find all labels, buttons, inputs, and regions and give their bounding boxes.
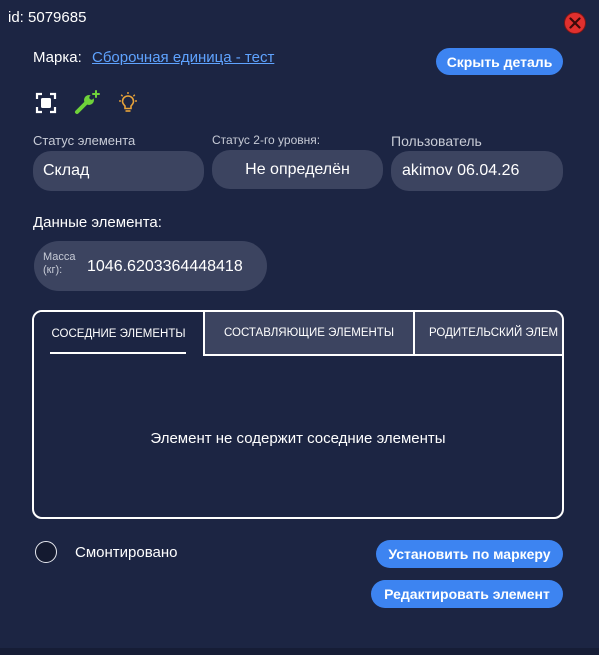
status2-label: Статус 2-го уровня: bbox=[212, 133, 321, 147]
tab-label: РОДИТЕЛЬСКИЙ ЭЛЕМ bbox=[429, 327, 559, 339]
mass-value: 1046.6203364448418 bbox=[87, 258, 243, 275]
user-label: Пользователь bbox=[391, 133, 482, 149]
element-id: id: 5079685 bbox=[8, 9, 87, 26]
element-data-label: Данные элемента: bbox=[33, 214, 162, 231]
lightbulb-icon[interactable] bbox=[116, 91, 140, 115]
mounted-label: Смонтировано bbox=[75, 544, 178, 561]
add-wrench-icon[interactable] bbox=[73, 90, 100, 114]
mass-label-line1: Масса bbox=[43, 251, 76, 263]
element-panel: id: 5079685 Марка: Сборочная единица - т… bbox=[0, 0, 599, 655]
mass-label-line2: (кг): bbox=[43, 264, 63, 276]
edit-element-button[interactable]: Редактировать элемент bbox=[371, 580, 563, 608]
tab-bar: СОСЕДНИЕ ЭЛЕМЕНТЫ СОСТАВЛЯЮЩИЕ ЭЛЕМЕНТЫ … bbox=[34, 312, 562, 356]
mass-label: Масса (кг): bbox=[43, 251, 76, 277]
status-label: Статус элемента bbox=[33, 133, 136, 148]
related-elements-panel: СОСЕДНИЕ ЭЛЕМЕНТЫ СОСТАВЛЯЮЩИЕ ЭЛЕМЕНТЫ … bbox=[32, 310, 564, 519]
user-value: akimov 06.04.26 bbox=[402, 162, 520, 179]
status-field[interactable]: Склад bbox=[33, 151, 204, 191]
focus-frame-icon[interactable] bbox=[34, 91, 58, 115]
mounted-radio[interactable] bbox=[35, 541, 57, 563]
active-tab-indicator bbox=[50, 352, 186, 354]
empty-state-message: Элемент не содержит соседние элементы bbox=[150, 430, 446, 447]
set-by-marker-button[interactable]: Установить по маркеру bbox=[376, 540, 563, 568]
tab-component-elements[interactable]: СОСТАВЛЯЮЩИЕ ЭЛЕМЕНТЫ bbox=[203, 312, 413, 356]
status-value: Склад bbox=[43, 162, 90, 179]
tab-neighbor-elements[interactable]: СОСЕДНИЕ ЭЛЕМЕНТЫ bbox=[34, 312, 203, 356]
status2-field[interactable]: Не определён bbox=[212, 150, 383, 189]
close-icon bbox=[569, 17, 581, 29]
tab-label: СОСЕДНИЕ ЭЛЕМЕНТЫ bbox=[51, 328, 186, 340]
mark-label: Марка: bbox=[33, 49, 82, 66]
mark-link[interactable]: Сборочная единица - тест bbox=[92, 49, 274, 66]
tab-label: СОСТАВЛЯЮЩИЕ ЭЛЕМЕНТЫ bbox=[223, 327, 395, 339]
status2-value: Не определён bbox=[245, 160, 350, 178]
user-field: akimov 06.04.26 bbox=[391, 151, 563, 191]
hide-detail-button[interactable]: Скрыть деталь bbox=[436, 48, 563, 75]
close-button[interactable] bbox=[564, 12, 586, 34]
tab-parent-element[interactable]: РОДИТЕЛЬСКИЙ ЭЛЕМ bbox=[413, 312, 562, 356]
bottom-toolbar-edge bbox=[0, 648, 599, 655]
